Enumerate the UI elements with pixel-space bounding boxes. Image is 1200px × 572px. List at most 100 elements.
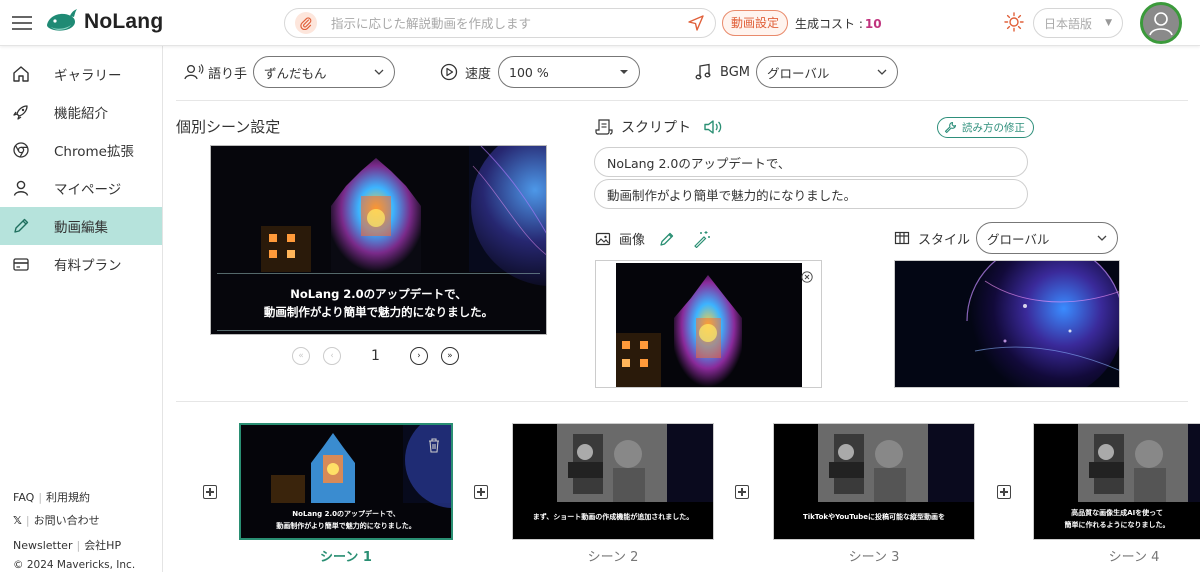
divider [176,100,1188,101]
globe-image [895,261,1119,387]
thumbnail-caption: NoLang 2.0のアップデートで、 [292,510,400,518]
script-line-input[interactable]: 動画制作がより簡単で魅力的になりました。 [594,179,1028,209]
script-line-input[interactable]: NoLang 2.0のアップデートで、 [594,147,1028,177]
next-page-icon[interactable]: › [409,347,428,365]
menu-icon[interactable] [12,13,32,31]
scene-label[interactable]: シーン 4 [1084,546,1184,565]
top-bar: NoLang 動画設定 生成コスト :10 日本語版 ▼ [0,0,1200,46]
thumbnail-caption: 簡単に作れるようになりました。 [1064,521,1170,529]
scene-thumbnail[interactable]: TikTokやYouTubeに投稿可能な縦型動画を [773,423,975,540]
video-settings-button[interactable]: 動画設定 [722,10,789,36]
scene-label[interactable]: シーン 2 [563,546,663,565]
add-scene-icon[interactable] [474,485,488,499]
sidebar-item-plans[interactable]: 有料プラン [0,245,162,283]
speaker-voice-icon [184,64,204,80]
thumbnail-caption: まず、ショート動画の作成機能が追加されました。 [532,513,694,521]
user-icon [12,179,30,197]
sidebar-item-label: 動画編集 [54,220,108,236]
cost-label: 生成コスト : [795,17,863,31]
caption-divider-bottom [217,330,540,331]
footer-links-2: 𝕏 | お問い合わせ [13,514,100,527]
sidebar-item-video-edit[interactable]: 動画編集 [0,207,162,245]
script-label: スクリプト [621,120,691,136]
prev-page-icon[interactable]: ‹ [323,347,341,365]
copyright: © 2024 Mavericks, Inc. [13,559,136,571]
delete-scene-icon[interactable] [427,437,441,453]
sidebar-item-gallery[interactable]: ギャラリー [0,55,162,93]
add-scene-icon[interactable] [735,485,749,499]
scene-image-frame[interactable] [595,260,822,388]
scene-label[interactable]: シーン 3 [824,546,924,565]
x-link-icon[interactable]: 𝕏 [13,514,22,527]
scene-thumbnail[interactable]: NoLang 2.0のアップデートで、 動画制作がより簡単で魅力的になりました。 [239,423,453,540]
magic-wand-icon[interactable] [693,230,711,248]
user-avatar-icon [1143,5,1179,41]
bgm-label: BGM [720,64,750,80]
generation-cost: 生成コスト :10 [795,15,882,32]
narrator-value: ずんだもん [264,65,327,81]
narrator-select[interactable]: ずんだもん [253,56,396,88]
chevron-down-icon [877,69,887,75]
terms-link[interactable]: 利用規約 [46,491,90,504]
wrench-icon [944,121,957,134]
current-page: 1 [371,348,380,364]
sidebar-item-chrome[interactable]: Chrome拡張 [0,131,162,169]
style-select[interactable]: グローバル [976,222,1119,254]
scene-settings-title: 個別シーン設定 [176,118,281,136]
sidebar-item-features[interactable]: 機能紹介 [0,93,162,131]
chevron-down-icon [374,69,384,75]
add-scene-icon[interactable] [203,485,217,499]
caption-divider-top [217,273,540,274]
last-page-icon[interactable]: » [440,347,459,365]
scene-thumbnail[interactable]: 高品質な画像生成AIを使って 簡単に作れるようになりました。 [1033,423,1200,540]
style-label: スタイル [918,232,971,248]
scene-preview: NoLang 2.0のアップデートで、 動画制作がより簡単で魅力的になりました。 [210,145,547,335]
bgm-value: グローバル [766,65,830,81]
speaker-volume-icon[interactable] [703,118,723,136]
bgm-select[interactable]: グローバル [755,56,898,88]
sidebar-item-mypage[interactable]: マイページ [0,169,162,207]
contact-link[interactable]: お問い合わせ [34,514,100,527]
cost-value: 10 [864,17,882,31]
paperclip-icon[interactable] [295,12,317,34]
add-scene-icon[interactable] [997,485,1011,499]
pencil-icon [12,217,30,235]
prompt-bar [284,8,716,38]
send-icon[interactable] [687,14,705,32]
scene-thumbnail[interactable]: まず、ショート動画の作成機能が追加されました。 [512,423,714,540]
remove-image-icon[interactable] [801,271,813,283]
first-page-icon[interactable]: « [292,347,310,365]
theme-toggle-icon[interactable] [1004,12,1024,32]
sidebar: ギャラリー 機能紹介 Chrome拡張 マイページ 動画編集 有料プラン FAQ… [0,46,163,572]
style-preview[interactable] [894,260,1120,388]
thumbnail-caption: TikTokやYouTubeに投稿可能な縦型動画を [802,513,946,521]
whale-logo-icon [47,9,77,31]
language-select[interactable]: 日本語版 ▼ [1033,8,1123,38]
style-layout-icon [894,231,910,245]
footer-links-3: Newsletter | 会社HP [13,539,122,552]
faq-link[interactable]: FAQ [13,491,34,504]
newsletter-link[interactable]: Newsletter [13,539,72,552]
preview-caption-line2: 動画制作がより簡単で魅力的になりました。 [263,305,494,319]
narrator-label: 語り手 [208,66,248,82]
scene-label[interactable]: シーン 1 [296,546,396,565]
preview-caption-line1: NoLang 2.0のアップデートで、 [290,287,467,301]
thumbnail-caption: 高品質な画像生成AIを使って [1071,509,1163,517]
speed-value: 100 % [509,64,549,80]
sidebar-item-label: 有料プラン [54,258,122,274]
footer-links-1: FAQ | 利用規約 [13,491,91,504]
sidebar-item-label: Chrome拡張 [54,144,134,160]
fix-reading-label: 読み方の修正 [962,122,1025,134]
caret-down-icon [620,70,629,74]
prompt-input[interactable] [331,15,687,31]
company-link[interactable]: 会社HP [84,539,121,552]
edit-pencil-icon[interactable] [659,231,675,247]
speed-select[interactable]: 100 % [498,56,641,88]
fix-reading-button[interactable]: 読み方の修正 [937,117,1034,138]
language-value: 日本語版 [1044,16,1093,31]
home-icon [12,65,30,83]
style-header: スタイル グローバル [894,222,1119,254]
sidebar-item-label: ギャラリー [54,68,122,84]
logo[interactable]: NoLang [44,7,163,37]
avatar[interactable] [1140,2,1182,44]
